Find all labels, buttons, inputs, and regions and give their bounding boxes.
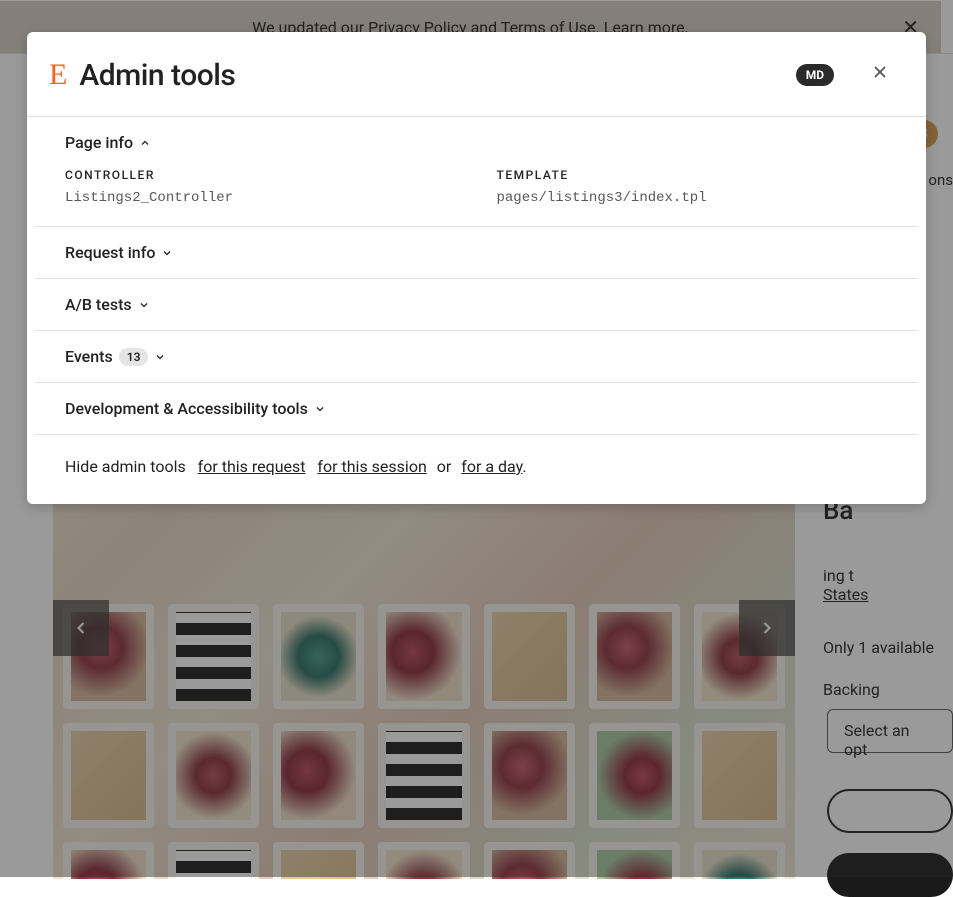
section-label: Development & Accessibility tools (65, 399, 308, 418)
section-toggle-request-info[interactable]: Request info (65, 227, 888, 278)
section-dev-a11y: Development & Accessibility tools (35, 383, 918, 435)
or-text: or (437, 457, 452, 476)
hide-for-request-link[interactable]: for this request (198, 457, 306, 476)
template-info: TEMPLATE pages/listings3/index.tpl (497, 168, 889, 206)
section-label: Request info (65, 243, 155, 262)
hide-admin-tools-row: Hide admin tools for this request for th… (35, 435, 918, 504)
section-page-info: Page info CONTROLLER Listings2_Controlle… (35, 117, 918, 227)
chevron-down-icon (161, 247, 173, 259)
chevron-down-icon (154, 351, 166, 363)
hide-prefix: Hide admin tools (65, 457, 186, 476)
close-icon (870, 62, 890, 82)
chevron-up-icon (139, 137, 151, 149)
section-label: Events (65, 347, 113, 366)
breakpoint-badge: MD (796, 64, 834, 86)
hide-for-session-link[interactable]: for this session (317, 457, 426, 476)
template-value: pages/listings3/index.tpl (497, 190, 889, 206)
admin-tools-modal: E Admin tools MD Page info CONTROLLER Li… (27, 32, 926, 504)
close-button[interactable] (864, 56, 896, 94)
controller-value: Listings2_Controller (65, 190, 457, 206)
page-info-content: CONTROLLER Listings2_Controller TEMPLATE… (65, 168, 888, 226)
section-toggle-ab-tests[interactable]: A/B tests (65, 279, 888, 330)
section-toggle-events[interactable]: Events 13 (65, 331, 888, 382)
section-toggle-dev-a11y[interactable]: Development & Accessibility tools (65, 383, 888, 434)
section-events: Events 13 (35, 331, 918, 383)
modal-title: Admin tools (79, 58, 795, 93)
etsy-logo-icon: E (49, 60, 67, 90)
template-label: TEMPLATE (497, 168, 889, 182)
hide-for-day-link[interactable]: for a day (461, 457, 522, 476)
events-count-badge: 13 (119, 348, 149, 366)
section-label: Page info (65, 133, 133, 152)
chevron-down-icon (314, 403, 326, 415)
section-label: A/B tests (65, 295, 132, 314)
section-toggle-page-info[interactable]: Page info (65, 117, 888, 168)
section-ab-tests: A/B tests (35, 279, 918, 331)
controller-label: CONTROLLER (65, 168, 457, 182)
controller-info: CONTROLLER Listings2_Controller (65, 168, 457, 206)
period: . (522, 457, 526, 476)
chevron-down-icon (138, 299, 150, 311)
section-request-info: Request info (35, 227, 918, 279)
modal-header: E Admin tools MD (27, 32, 926, 117)
